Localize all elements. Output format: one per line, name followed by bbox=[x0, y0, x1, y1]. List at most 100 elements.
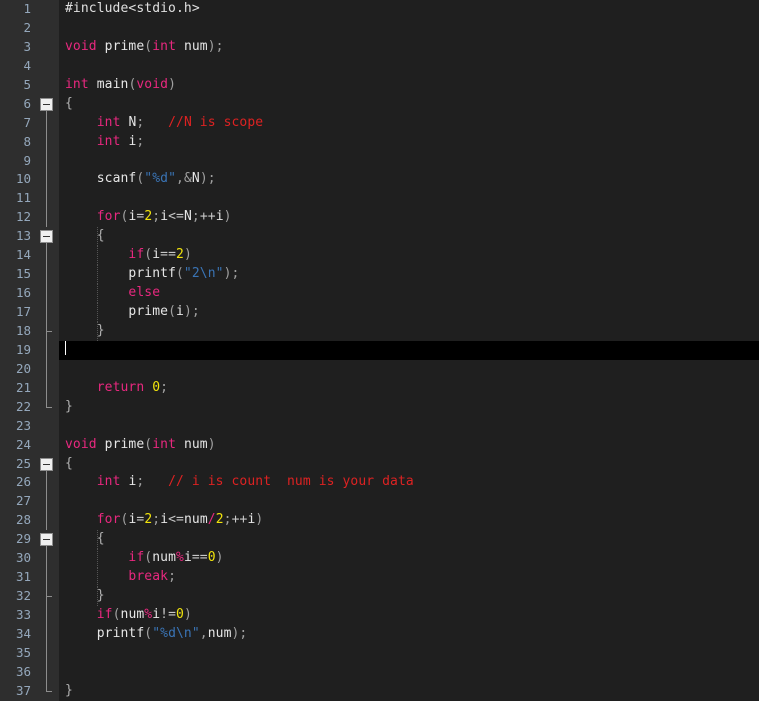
fold-margin[interactable] bbox=[36, 549, 59, 569]
code-text[interactable]: } bbox=[59, 681, 759, 701]
code-text[interactable]: else bbox=[59, 284, 759, 303]
code-text[interactable]: if(num%i==0) bbox=[59, 549, 759, 569]
fold-margin[interactable] bbox=[36, 56, 59, 76]
fold-margin[interactable] bbox=[36, 151, 59, 171]
editor-line[interactable]: 10 scanf("%d",&N); bbox=[0, 170, 759, 190]
code-text[interactable]: printf("%d\n",num); bbox=[59, 624, 759, 644]
fold-margin[interactable] bbox=[36, 170, 59, 190]
code-text[interactable]: } bbox=[59, 587, 759, 606]
code-text[interactable]: void prime(int num) bbox=[59, 435, 759, 455]
editor-line[interactable]: 25 { bbox=[0, 454, 759, 474]
fold-margin[interactable] bbox=[36, 37, 59, 57]
editor-line[interactable]: 15 printf("2\n"); bbox=[0, 265, 759, 285]
fold-margin[interactable] bbox=[36, 340, 59, 360]
fold-margin[interactable] bbox=[36, 265, 59, 285]
editor-line[interactable]: 3 void prime(int num); bbox=[0, 37, 759, 57]
code-text[interactable]: int i; bbox=[59, 132, 759, 152]
fold-margin[interactable] bbox=[36, 18, 59, 38]
fold-margin[interactable] bbox=[36, 94, 59, 114]
code-text[interactable]: void prime(int num); bbox=[59, 37, 759, 57]
code-text[interactable] bbox=[59, 359, 759, 379]
editor-line[interactable]: 22} bbox=[0, 397, 759, 417]
editor-line[interactable]: 23 bbox=[0, 416, 759, 436]
editor-line[interactable]: 19 bbox=[0, 340, 759, 360]
fold-margin[interactable] bbox=[36, 662, 59, 682]
editor-line[interactable]: 34 printf("%d\n",num); bbox=[0, 624, 759, 644]
fold-margin[interactable] bbox=[36, 75, 59, 95]
code-text[interactable]: int main(void) bbox=[59, 75, 759, 95]
fold-margin[interactable] bbox=[36, 378, 59, 398]
fold-margin[interactable] bbox=[36, 303, 59, 322]
fold-margin[interactable] bbox=[36, 321, 59, 341]
editor-line[interactable]: 11 bbox=[0, 189, 759, 209]
fold-collapse-icon[interactable] bbox=[40, 457, 53, 471]
editor-line[interactable]: 12 for(i=2;i<=N;++i) bbox=[0, 208, 759, 228]
editor-line[interactable]: 36 bbox=[0, 662, 759, 682]
fold-margin[interactable] bbox=[36, 568, 59, 588]
fold-margin[interactable] bbox=[36, 416, 59, 436]
editor-line[interactable]: 33 if(num%i!=0) bbox=[0, 606, 759, 625]
editor-line[interactable]: 4 bbox=[0, 56, 759, 76]
fold-collapse-icon[interactable] bbox=[40, 533, 53, 547]
fold-margin[interactable] bbox=[36, 606, 59, 625]
fold-margin[interactable] bbox=[36, 359, 59, 379]
fold-collapse-icon[interactable] bbox=[40, 230, 53, 244]
code-text[interactable]: printf("2\n"); bbox=[59, 265, 759, 285]
editor-line[interactable]: 14 if(i==2) bbox=[0, 246, 759, 266]
editor-line[interactable]: 37} bbox=[0, 681, 759, 701]
code-text[interactable] bbox=[59, 56, 759, 76]
code-text[interactable]: for(i=2;i<=num/2;++i) bbox=[59, 511, 759, 531]
editor-line[interactable]: 27 bbox=[0, 492, 759, 512]
editor-line[interactable]: 30 if(num%i==0) bbox=[0, 549, 759, 569]
code-text[interactable]: #include<stdio.h> bbox=[59, 0, 759, 19]
code-text[interactable]: int N; //N is scope bbox=[59, 113, 759, 133]
code-text[interactable]: { bbox=[59, 94, 759, 114]
editor-line[interactable]: 17 prime(i); bbox=[0, 303, 759, 322]
fold-margin[interactable] bbox=[36, 284, 59, 303]
code-text[interactable]: for(i=2;i<=N;++i) bbox=[59, 208, 759, 228]
fold-margin[interactable] bbox=[36, 246, 59, 266]
fold-margin[interactable] bbox=[36, 473, 59, 493]
editor-line[interactable]: 24 void prime(int num) bbox=[0, 435, 759, 455]
editor-line[interactable]: 2 bbox=[0, 18, 759, 38]
fold-margin[interactable] bbox=[36, 492, 59, 512]
code-text[interactable] bbox=[59, 416, 759, 436]
code-text[interactable]: scanf("%d",&N); bbox=[59, 170, 759, 190]
fold-margin[interactable] bbox=[36, 454, 59, 474]
fold-margin[interactable] bbox=[36, 587, 59, 606]
fold-margin[interactable] bbox=[36, 435, 59, 455]
code-text[interactable] bbox=[59, 340, 759, 360]
code-text[interactable]: int i; // i is count num is your data bbox=[59, 473, 759, 493]
code-text[interactable]: return 0; bbox=[59, 378, 759, 398]
fold-margin[interactable] bbox=[36, 397, 59, 417]
fold-margin[interactable] bbox=[36, 0, 59, 19]
code-text[interactable]: if(num%i!=0) bbox=[59, 606, 759, 625]
fold-margin[interactable] bbox=[36, 530, 59, 550]
editor-line[interactable]: 13 { bbox=[0, 227, 759, 247]
code-text[interactable]: } bbox=[59, 397, 759, 417]
code-text[interactable] bbox=[59, 643, 759, 663]
fold-margin[interactable] bbox=[36, 511, 59, 531]
code-text[interactable]: { bbox=[59, 530, 759, 550]
editor-line[interactable]: 18 } bbox=[0, 321, 759, 341]
fold-margin[interactable] bbox=[36, 113, 59, 133]
editor-line[interactable]: 32 } bbox=[0, 587, 759, 606]
editor-line[interactable]: 7 int N; //N is scope bbox=[0, 113, 759, 133]
editor-line[interactable]: 8 int i; bbox=[0, 132, 759, 152]
fold-margin[interactable] bbox=[36, 208, 59, 228]
editor-line[interactable]: 21 return 0; bbox=[0, 378, 759, 398]
code-text[interactable]: prime(i); bbox=[59, 303, 759, 322]
editor-lines[interactable]: 1 #include<stdio.h> 2 3 void prime(int num);… bbox=[0, 0, 759, 701]
code-text[interactable] bbox=[59, 151, 759, 171]
editor-line[interactable]: 9 bbox=[0, 151, 759, 171]
editor-line[interactable]: 6{ bbox=[0, 94, 759, 114]
code-text[interactable] bbox=[59, 662, 759, 682]
fold-margin[interactable] bbox=[36, 132, 59, 152]
code-text[interactable] bbox=[59, 189, 759, 209]
editor-line[interactable]: 5 int main(void) bbox=[0, 75, 759, 95]
editor-line[interactable]: 35 bbox=[0, 643, 759, 663]
code-text[interactable]: { bbox=[59, 227, 759, 247]
code-editor[interactable]: 1 #include<stdio.h> 2 3 void prime(int num);… bbox=[0, 0, 759, 701]
fold-margin[interactable] bbox=[36, 189, 59, 209]
fold-margin[interactable] bbox=[36, 624, 59, 644]
